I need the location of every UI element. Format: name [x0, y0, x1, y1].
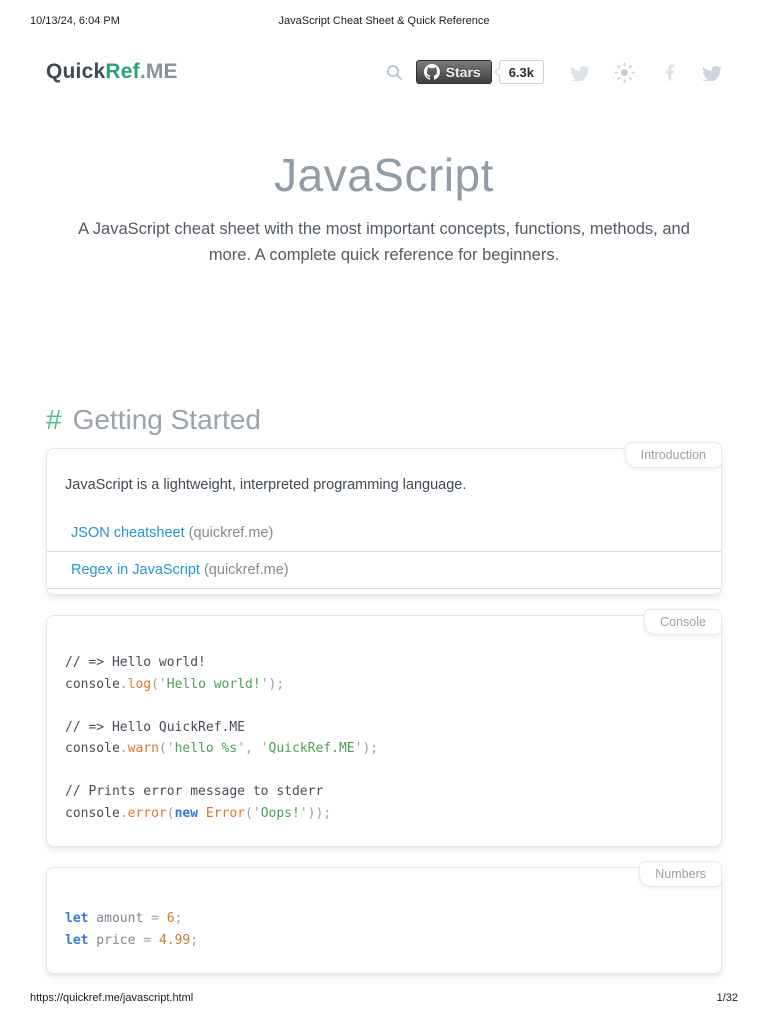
intro-link-row: Regex in JavaScript (quickref.me) [47, 552, 721, 589]
header-actions: Stars 6.3k [386, 60, 722, 84]
code-line: // => Hello QuickRef.ME [65, 719, 246, 735]
code-line: // Prints error message to stderr [65, 784, 324, 799]
github-button-label: Stars [445, 64, 481, 80]
intro-link-row: JSON cheatsheet (quickref.me) [47, 515, 721, 552]
github-star-count[interactable]: 6.3k [498, 60, 544, 84]
quickref-logo[interactable]: QuickRef.ME [46, 60, 178, 84]
code-line: console.warn('hello %s', 'QuickRef.ME'); [65, 741, 379, 756]
intro-links: JSON cheatsheet (quickref.me) Regex in Ja… [47, 515, 721, 589]
link-suffix: (quickref.me) [199, 562, 289, 578]
print-datetime: 10/13/24, 6:04 PM [30, 15, 120, 27]
section-heading-getting-started: # Getting Started [46, 404, 722, 436]
page-title: JavaScript [274, 149, 494, 201]
twitter-icon[interactable] [702, 64, 722, 81]
console-code-block: // => Hello world! console.log('Hello wor… [47, 616, 721, 846]
card-tab-numbers[interactable]: Numbers [639, 861, 722, 887]
print-doc-title: JavaScript Cheat Sheet & Quick Reference [278, 15, 490, 27]
search-icon[interactable] [386, 64, 403, 81]
section-title: Getting Started [72, 404, 261, 435]
print-url: https://quickref.me/javascript.html [30, 992, 194, 1004]
cheatsheet-link[interactable]: JSON cheatsheet [71, 525, 185, 541]
print-page-number: 1/32 [716, 992, 738, 1004]
code-line: console.error(new Error('Oops!')); [65, 805, 332, 821]
sun-icon[interactable] [614, 61, 635, 83]
site-header: QuickRef.ME Stars 6.3k [46, 0, 722, 84]
page: QuickRef.ME Stars 6.3k JavaScript A Java… [46, 0, 722, 974]
print-header: 10/13/24, 6:04 PM JavaScript Cheat Sheet… [30, 15, 738, 27]
card-introduction: Introduction JavaScript is a lightweight… [46, 442, 722, 595]
page-subtitle: A JavaScript cheat sheet with the most i… [78, 220, 690, 264]
code-line: let price = 4.99; [65, 932, 199, 948]
hash-anchor-icon[interactable]: # [46, 404, 62, 435]
code-line: let amount = 6; [65, 911, 183, 926]
logo-part-me: .ME [139, 60, 178, 83]
logo-part-ref: Ref [105, 60, 140, 83]
facebook-icon[interactable] [665, 64, 675, 81]
github-stars-widget: Stars 6.3k [415, 60, 544, 84]
code-line: console.log('Hello world!'); [65, 676, 285, 692]
cheatsheet-link[interactable]: Regex in JavaScript [71, 562, 200, 578]
link-suffix: (quickref.me) [184, 525, 274, 541]
logo-part-quick: Quick [46, 60, 106, 83]
code-line: // => Hello world! [65, 655, 206, 670]
github-stars-button[interactable]: Stars [415, 60, 492, 84]
intro-paragraph: JavaScript is a lightweight, interpreted… [65, 477, 467, 493]
card-numbers: Numbers let amount = 6; let price = 4.99; [46, 861, 722, 974]
print-footer: https://quickref.me/javascript.html 1/32 [30, 992, 738, 1004]
github-octocat-icon [423, 64, 440, 80]
numbers-code-block: let amount = 6; let price = 4.99; [47, 868, 721, 973]
card-console: Console // => Hello world! console.log('H… [46, 609, 722, 847]
twitter-icon[interactable] [570, 64, 590, 81]
card-tab-console[interactable]: Console [644, 609, 722, 635]
card-bottom-padding [47, 589, 721, 594]
card-tab-introduction[interactable]: Introduction [624, 442, 722, 468]
